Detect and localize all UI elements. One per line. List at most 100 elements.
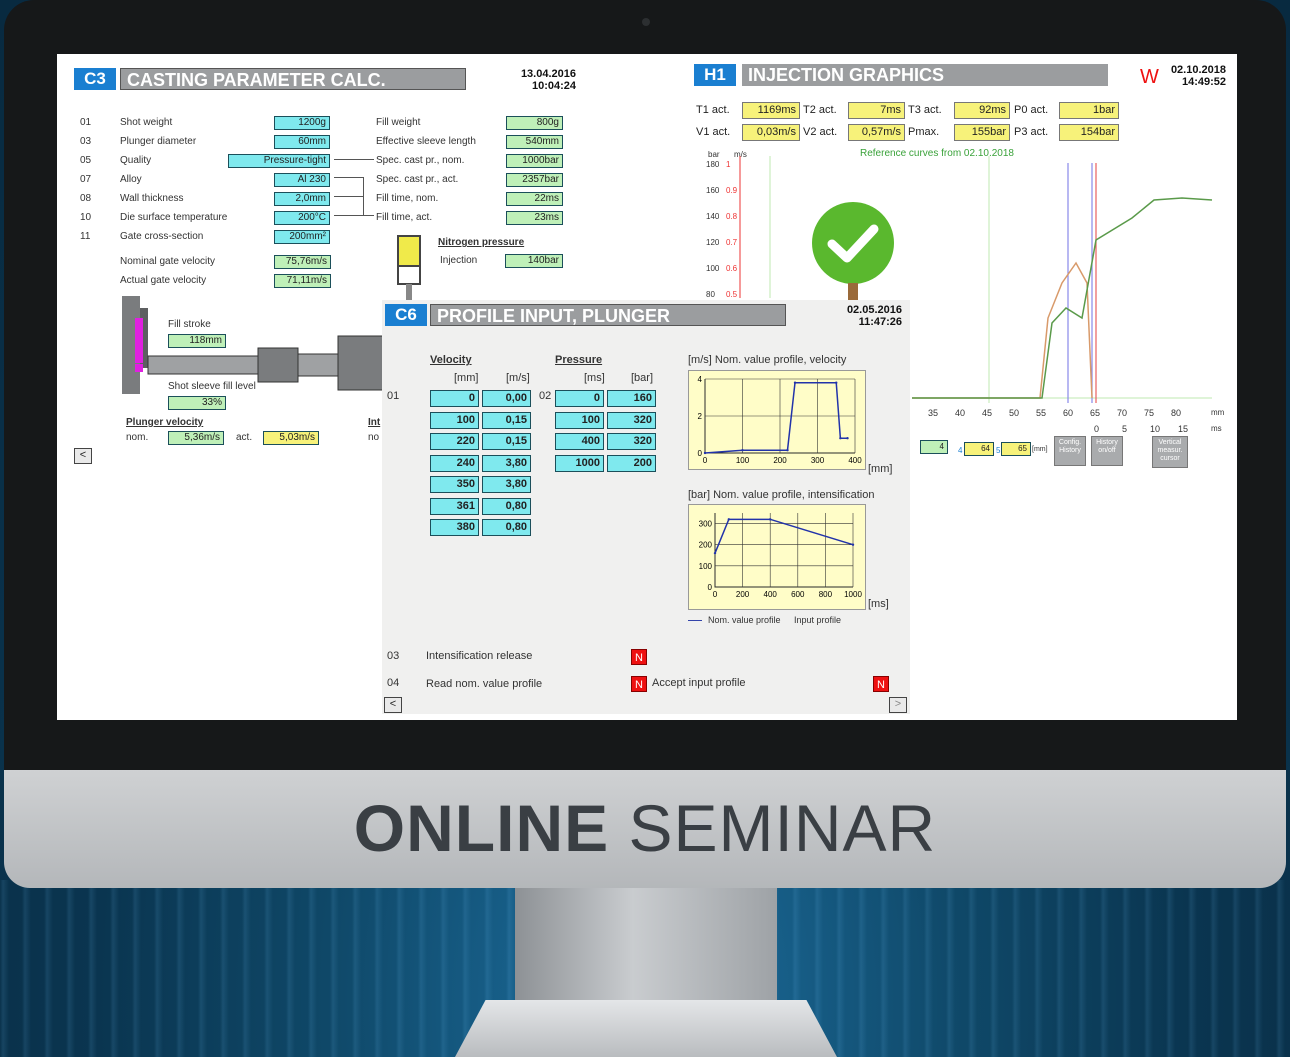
pressure-value-field[interactable]: 320 <box>607 411 656 429</box>
vel-unit-ms: [m/s] <box>506 372 530 384</box>
pr-unit-bar: [bar] <box>631 372 654 384</box>
velocity-position-field[interactable]: 100 <box>430 411 479 429</box>
profile-point <box>839 437 842 440</box>
param-field[interactable]: 22ms <box>506 192 563 206</box>
cursor-field-3[interactable]: 65 <box>1001 442 1031 456</box>
plunger-velocity-label: Plunger velocity <box>126 417 204 428</box>
profile-point <box>835 381 838 384</box>
title-bold: ONLINE <box>353 791 610 865</box>
velocity-position-field[interactable]: 350 <box>430 476 479 493</box>
pressure-time-field[interactable]: 400 <box>555 433 604 450</box>
profile-line <box>714 518 854 554</box>
plunger-velocity-act-field[interactable]: 5,03m/s <box>263 431 319 445</box>
legend-nom-label: Nom. value profile <box>708 615 781 625</box>
x-tick-mm: 75 <box>1144 408 1155 418</box>
pressure-time-field[interactable]: 100 <box>555 411 604 429</box>
x-tick-mm: 60 <box>1063 408 1074 418</box>
pressure-time-field[interactable]: 1000 <box>555 454 604 472</box>
pressure-chart: 0 200 400 600 800 1000 0 100 200 300 <box>688 504 866 610</box>
x-tick-label: 1000 <box>844 590 862 599</box>
vertical-cursor-button[interactable]: Vertical measur. cursor <box>1152 436 1188 468</box>
profile-line <box>704 381 848 454</box>
velocity-value-field[interactable]: 0,80 <box>482 497 531 515</box>
velocity-position-field[interactable]: 240 <box>430 454 479 472</box>
param-field[interactable]: 2357bar <box>506 173 563 187</box>
actual-gate-velocity-label: Actual gate velocity <box>120 275 207 286</box>
velocity-position-field[interactable]: 380 <box>430 519 479 536</box>
nominal-gate-velocity-label: Nominal gate velocity <box>120 256 216 267</box>
fill-stroke-label: Fill stroke <box>168 319 211 330</box>
x-tick-label: 200 <box>736 590 750 599</box>
param-field[interactable]: 1000bar <box>506 154 563 168</box>
velocity-value-field[interactable]: 0,80 <box>482 519 531 536</box>
accept-input-button[interactable]: N <box>873 676 889 692</box>
nitrogen-cylinder-icon <box>395 234 425 304</box>
profile-point <box>727 518 730 521</box>
velocity-position-field[interactable]: 361 <box>430 497 479 515</box>
shot-sleeve-field[interactable]: 33% <box>168 396 226 410</box>
param-field[interactable]: 60mm <box>274 135 330 149</box>
c6-back-button[interactable]: < <box>384 697 402 713</box>
ok-checkmark-icon <box>810 201 896 301</box>
velocity-position-field[interactable]: 220 <box>430 433 479 450</box>
velocity-value-field[interactable]: 0,15 <box>482 433 531 450</box>
velocity-value-field[interactable]: 3,80 <box>482 454 531 472</box>
x-tick-label: 600 <box>791 590 805 599</box>
history-toggle-button[interactable]: History on/off <box>1091 436 1123 466</box>
c3-back-button[interactable]: < <box>74 448 92 464</box>
pressure-time-field[interactable]: 0 <box>555 390 604 407</box>
x-tick-mm: 40 <box>955 408 966 418</box>
connector-line <box>334 196 364 197</box>
param-number: 05 <box>80 155 92 166</box>
cursor-field-2[interactable]: 64 <box>964 442 994 456</box>
pressure-value-field[interactable]: 320 <box>607 433 656 450</box>
int-label: Int <box>368 417 381 428</box>
param-field[interactable]: 23ms <box>506 211 563 225</box>
velocity-value-field[interactable]: 3,80 <box>482 476 531 493</box>
param-label: Effective sleeve length <box>376 136 476 147</box>
nominal-gate-velocity-field[interactable]: 75,76m/s <box>274 255 331 269</box>
c6-forward-button[interactable]: > <box>889 697 907 713</box>
intensification-release-label: Intensification release <box>426 650 533 662</box>
velocity-value-field[interactable]: 0,15 <box>482 411 531 429</box>
fill-stroke-field[interactable]: 118mm <box>168 334 226 348</box>
injection-field[interactable]: 140bar <box>505 254 563 268</box>
accept-input-label: Accept input profile <box>652 677 746 689</box>
param-field[interactable]: Al 230 <box>274 173 330 187</box>
velocity-position-field[interactable]: 0 <box>430 390 479 407</box>
camera-dot <box>642 18 650 26</box>
pressure-value-field[interactable]: 200 <box>607 454 656 472</box>
x-tick-mm: 50 <box>1009 408 1020 418</box>
velocity-chart-svg: 0 100 200 300 400 0 2 4 <box>698 375 863 465</box>
param-field[interactable]: 540mm <box>506 135 563 149</box>
param-field[interactable]: 1200g <box>274 116 330 130</box>
intensification-release-button[interactable]: N <box>631 649 647 665</box>
param-label: Spec. cast pr., act. <box>376 174 459 185</box>
profile-input-panel: C6 PROFILE INPUT, PLUNGER 02.05.2016 11:4… <box>382 300 910 714</box>
velocity-chart-title: [m/s] Nom. value profile, velocity <box>688 354 847 366</box>
read-nom-value-button[interactable]: N <box>631 676 647 692</box>
param-field[interactable]: Pressure-tight <box>228 154 330 168</box>
vel-unit-mm: [mm] <box>454 372 479 384</box>
y-tick-label: 4 <box>698 375 703 384</box>
velocity-value-field[interactable]: 0,00 <box>482 390 531 407</box>
cursor-field-1[interactable]: 4 <box>920 440 948 454</box>
param-field[interactable]: 200mm² <box>274 230 330 244</box>
legend-input-label: Input profile <box>794 615 842 625</box>
actual-gate-velocity-field[interactable]: 71,11m/s <box>274 274 331 288</box>
x-tick-ms: 10 <box>1150 424 1161 434</box>
y-tick-label: 300 <box>699 520 713 529</box>
c3-tag: C3 <box>74 68 116 90</box>
config-history-button[interactable]: Config. History <box>1054 436 1086 466</box>
velocity-chart-x-unit: [mm] <box>868 463 893 475</box>
pressure-value-field[interactable]: 160 <box>607 390 656 407</box>
param-field[interactable]: 200°C <box>274 211 330 225</box>
x-tick-label: 0 <box>703 456 708 465</box>
param-field[interactable]: 2,0mm <box>274 192 330 206</box>
plunger-velocity-nom-field[interactable]: 5,36m/s <box>168 431 224 445</box>
cursor-index-5: 5 <box>996 446 1001 455</box>
x-tick-mm: 65 <box>1090 408 1101 418</box>
pressure-label: Pressure <box>555 354 603 366</box>
param-field[interactable]: 800g <box>506 116 563 130</box>
profile-point <box>713 551 717 555</box>
